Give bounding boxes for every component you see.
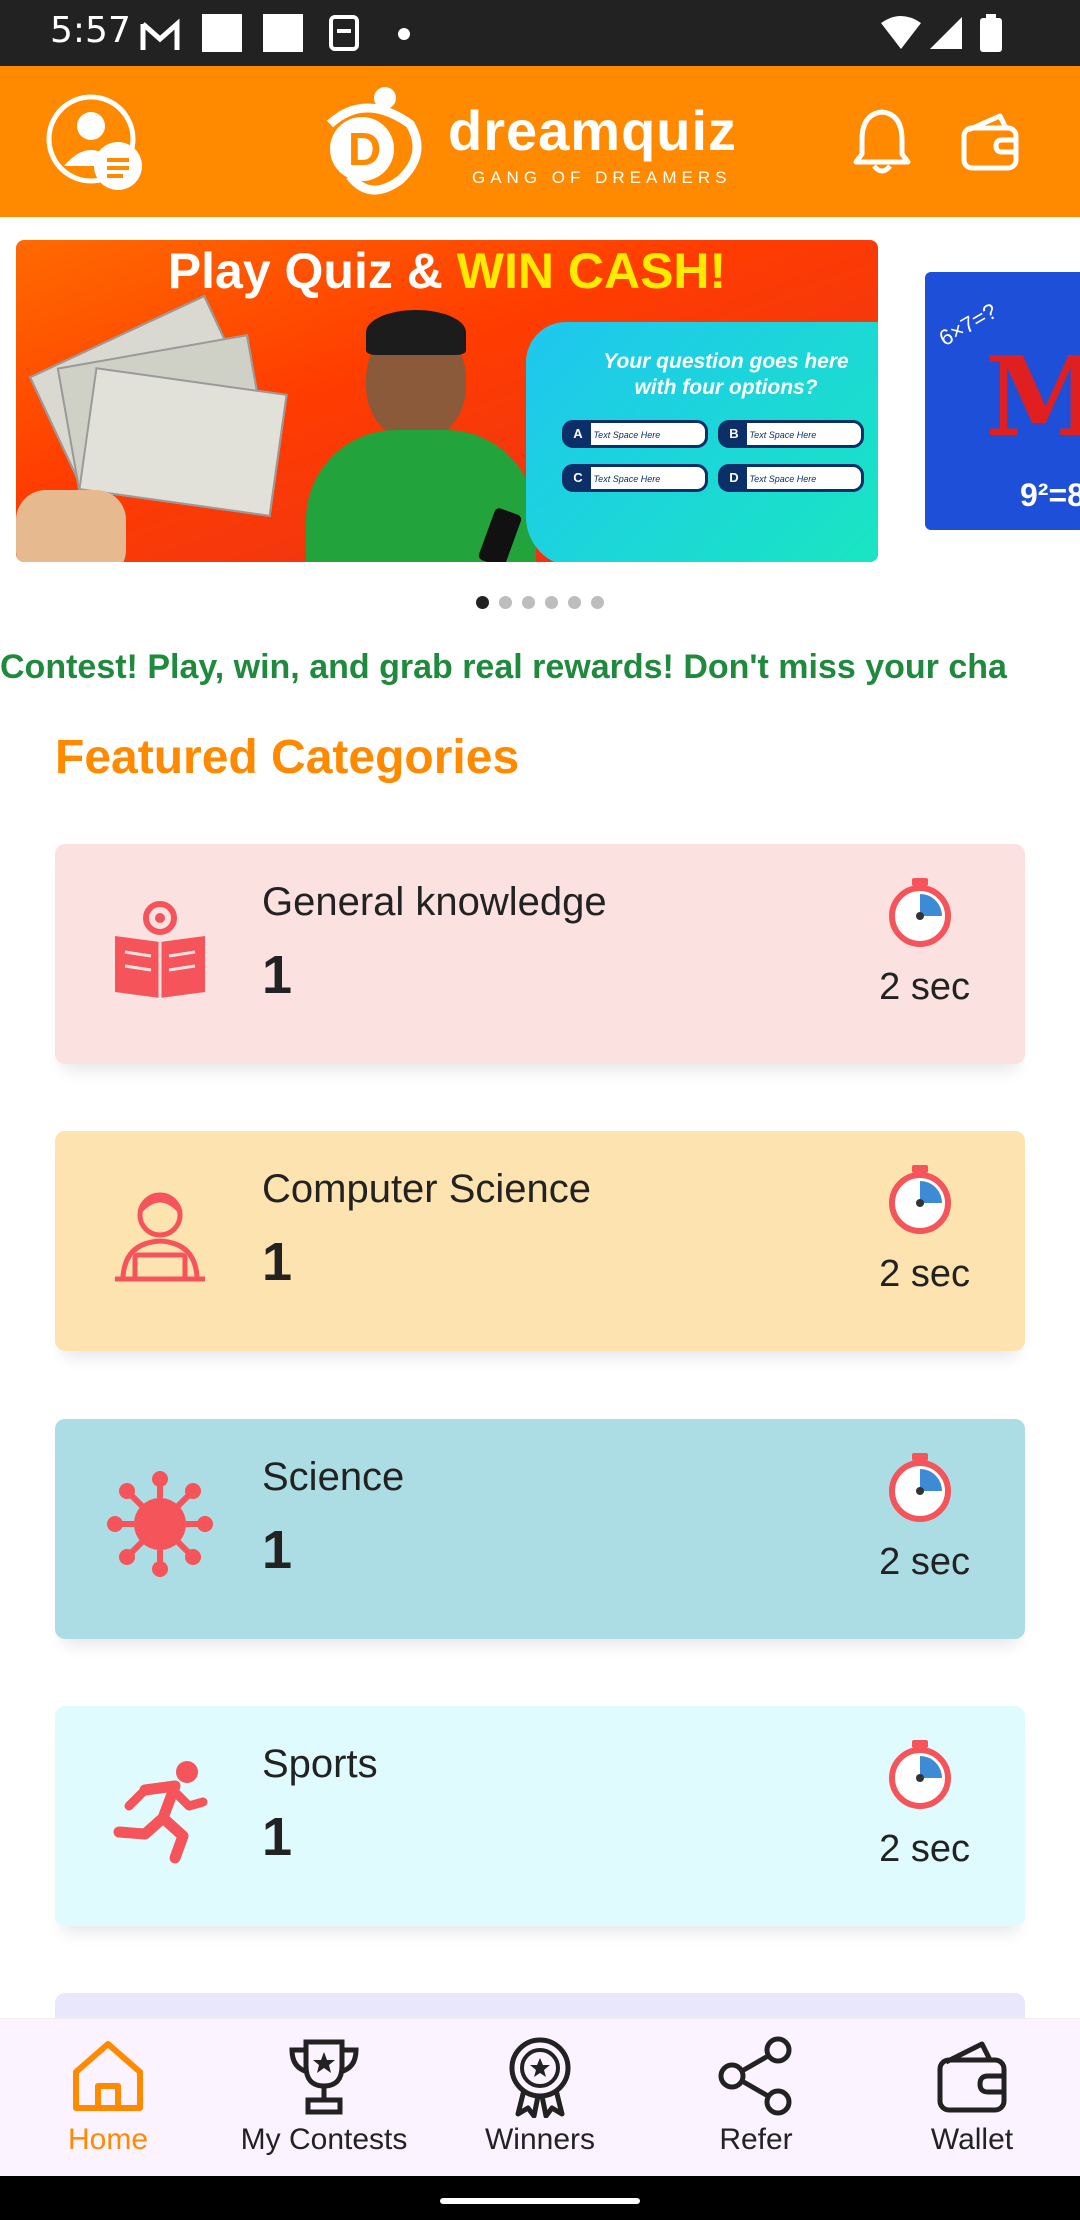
banner-headline-cash: WIN CASH! [456,243,727,299]
category-count: 1 [262,1520,293,1580]
category-card-general-knowledge[interactable]: General knowledge 1 2 sec [55,844,1025,1064]
brand-name: dreamquiz [448,99,738,162]
option-c-letter: C [565,467,591,489]
nav-refer[interactable]: Refer [648,2019,864,2177]
option-b: B Text Space Here [718,420,864,448]
category-name: Sports [262,1742,378,1786]
nav-home-label: Home [67,2123,149,2156]
option-d: D Text Space Here [718,464,864,492]
banner2-equation: 9²=81 [1020,477,1080,513]
option-b-letter: B [721,423,747,445]
bubble-question-line1: Your question goes here [603,350,849,373]
book-icon [115,901,205,998]
home-gesture-handle[interactable] [440,2198,640,2204]
brand-tagline: GANG OF DREAMERS [472,168,732,187]
battery-icon [980,14,1002,52]
nav-wallet[interactable]: Wallet [864,2019,1080,2177]
cash-illustration [16,294,306,562]
option-a-letter: A [565,423,591,445]
award-icon [509,2037,571,2119]
carousel-dot[interactable] [591,596,604,609]
category-time: 2 sec [879,1253,970,1295]
app-header: D dreamquiz GANG OF DREAMERS [0,66,1080,217]
option-d-text: Text Space Here [749,474,817,484]
home-icon [73,2041,143,2111]
wifi-icon [881,16,921,49]
option-c: C Text Space Here [562,464,708,492]
question-bubble: Your question goes here with four option… [526,322,878,562]
carousel-indicator [0,596,1080,616]
banner-headline-part1: Play Quiz & [167,243,457,299]
carousel-dot[interactable] [476,596,489,609]
banner-headline: Play Quiz & WIN CASH! [16,240,878,300]
sim-icon [329,15,359,51]
nav-winners[interactable]: Winners [432,2019,648,2177]
nav-winners-label: Winners [484,2123,596,2156]
announcement-ticker: Contest! Play, win, and grab real reward… [0,648,1080,698]
app-logo: D dreamquiz GANG OF DREAMERS [310,84,750,196]
option-a-text: Text Space Here [593,430,661,440]
notification-bell-icon[interactable] [852,106,912,176]
category-count: 1 [262,945,293,1005]
bubble-question-line2: with four options? [634,376,818,399]
category-name: General knowledge [262,880,607,924]
carousel-dot[interactable] [499,596,512,609]
share-icon [718,2036,792,2116]
option-b-text: Text Space Here [749,430,817,440]
option-c-text: Text Space Here [593,474,661,484]
category-count: 1 [262,1232,293,1292]
gesture-bar [0,2176,1080,2220]
category-time: 2 sec [879,1541,970,1583]
category-card-computer-science[interactable]: Computer Science 1 2 sec [55,1131,1025,1351]
option-d-letter: D [721,467,747,489]
banner2-letter: M [985,332,1080,461]
square-icon [202,14,242,52]
computer-user-icon [115,1192,205,1282]
status-bar: 5:57 [0,0,1080,66]
category-name: Science [262,1455,405,1499]
nav-home[interactable]: Home [0,2019,216,2177]
signal-icon [930,17,962,49]
logo-letter: D [348,123,382,175]
carousel-dot[interactable] [522,596,535,609]
promo-banner-next[interactable]: M 9²=81 6×7=? [925,272,1080,530]
person-illustration [306,310,546,562]
gmail-icon [140,18,180,50]
option-a: A Text Space Here [562,420,708,448]
trophy-icon [289,2039,359,2115]
category-time: 2 sec [879,1828,970,1870]
stopwatch-icon [889,878,951,947]
ticker-text: Contest! Play, win, and grab real reward… [0,648,1007,686]
virus-icon [107,1471,213,1577]
stopwatch-icon [889,1453,951,1522]
dot-icon [398,28,410,40]
profile-menu-icon[interactable] [46,94,146,194]
stopwatch-icon [889,1740,951,1809]
square-icon [263,14,303,52]
category-count: 1 [262,1807,293,1867]
nav-my-contests-label: My Contests [240,2123,408,2156]
bottom-navigation: Home My Contests Winners Refer Wallet [0,2018,1080,2177]
carousel-dot[interactable] [545,596,558,609]
category-time: 2 sec [879,966,970,1008]
category-card-sports[interactable]: Sports 1 2 sec [55,1706,1025,1926]
nav-my-contests[interactable]: My Contests [216,2019,432,2177]
carousel-dot[interactable] [568,596,581,609]
category-name: Computer Science [262,1167,592,1211]
wallet-icon [937,2041,1007,2113]
stopwatch-icon [889,1165,951,1234]
featured-categories-title: Featured Categories [55,731,520,784]
category-card-science[interactable]: Science 1 2 sec [55,1419,1025,1639]
wallet-header-icon[interactable] [958,108,1024,174]
status-time: 5:57 [50,10,131,51]
runner-icon [113,1761,208,1864]
nav-refer-label: Refer [719,2123,793,2156]
promo-banner[interactable]: Play Quiz & WIN CASH! Your question goes… [16,240,878,562]
nav-wallet-label: Wallet [930,2123,1014,2156]
